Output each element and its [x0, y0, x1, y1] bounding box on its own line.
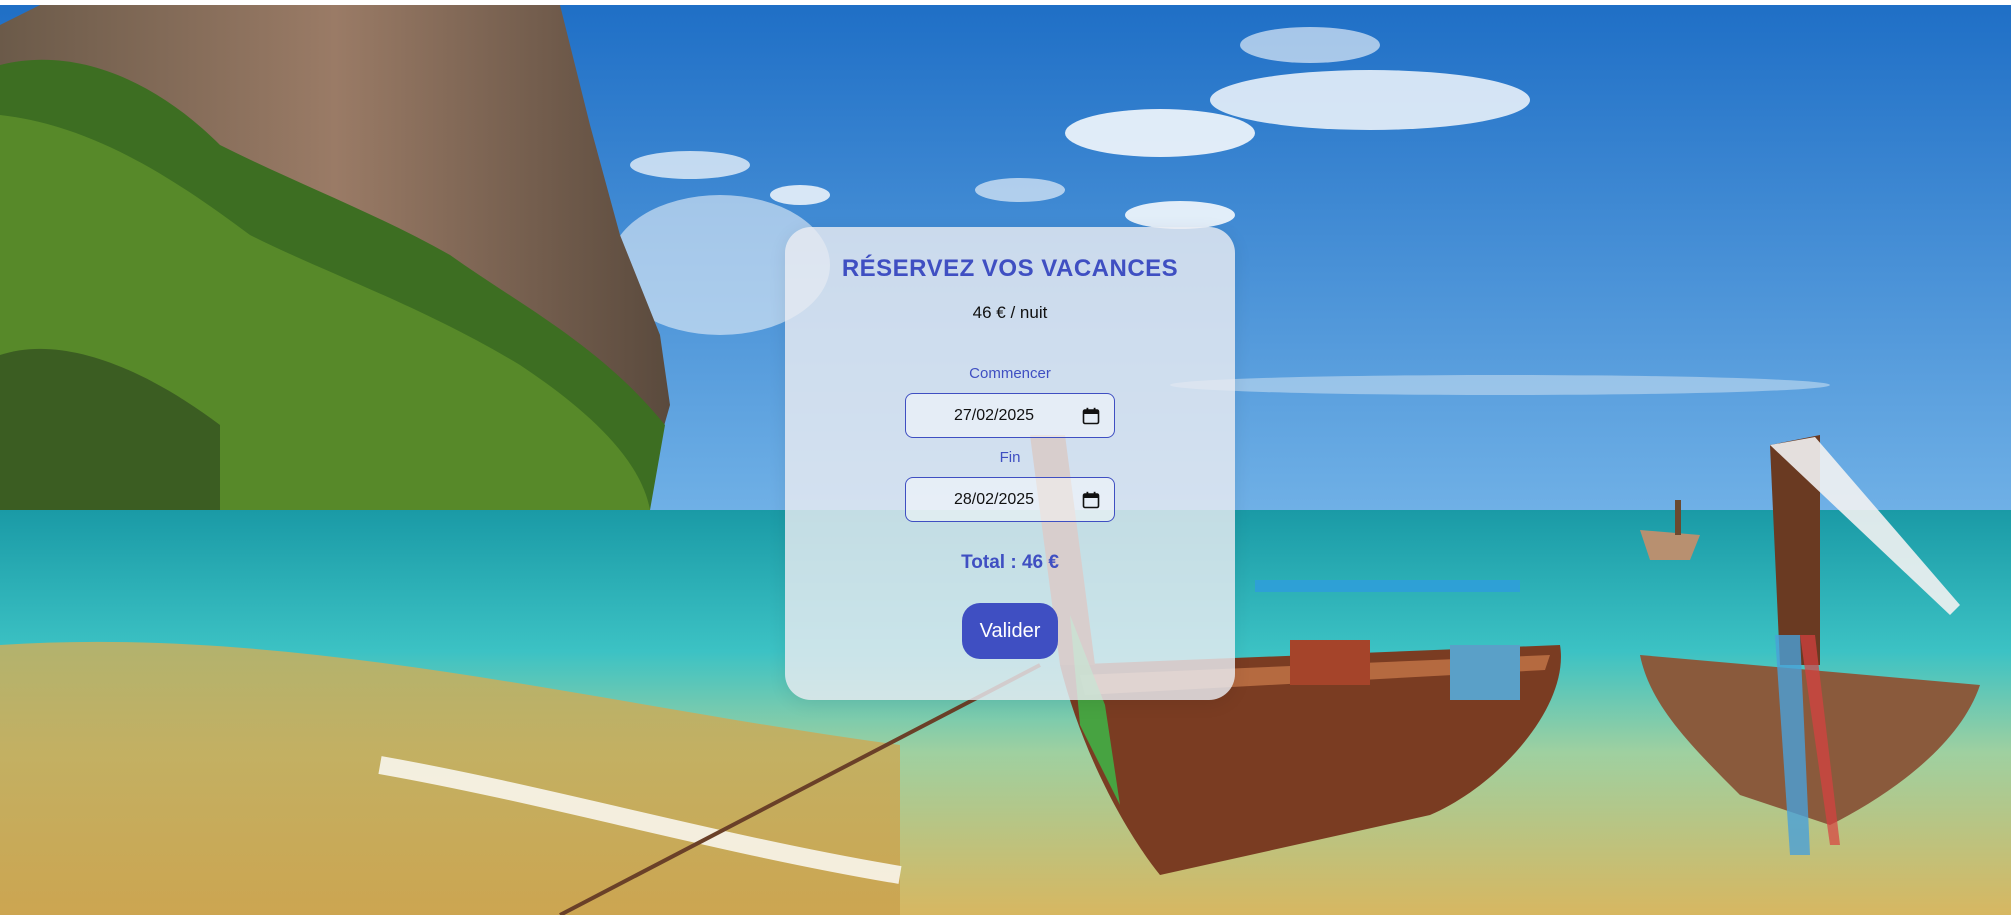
end-date-value: 28/02/2025 — [954, 490, 1035, 508]
end-date-input[interactable]: 28/02/2025 — [905, 477, 1115, 522]
submit-button[interactable]: Valider — [962, 603, 1058, 659]
calendar-icon[interactable] — [1082, 491, 1100, 509]
start-date-input[interactable]: 27/02/2025 — [905, 393, 1115, 438]
start-date-value: 27/02/2025 — [954, 406, 1035, 424]
end-date-label: Fin — [999, 449, 1021, 466]
start-date-label: Commencer — [969, 365, 1051, 382]
booking-title: RÉSERVEZ VOS VACANCES — [841, 255, 1179, 282]
calendar-icon[interactable] — [1082, 407, 1100, 425]
booking-card: RÉSERVEZ VOS VACANCES 46 € / nuit Commen… — [785, 227, 1235, 700]
price-per-night: 46 € / nuit — [972, 303, 1048, 322]
total-price: Total : 46 € — [961, 552, 1059, 573]
